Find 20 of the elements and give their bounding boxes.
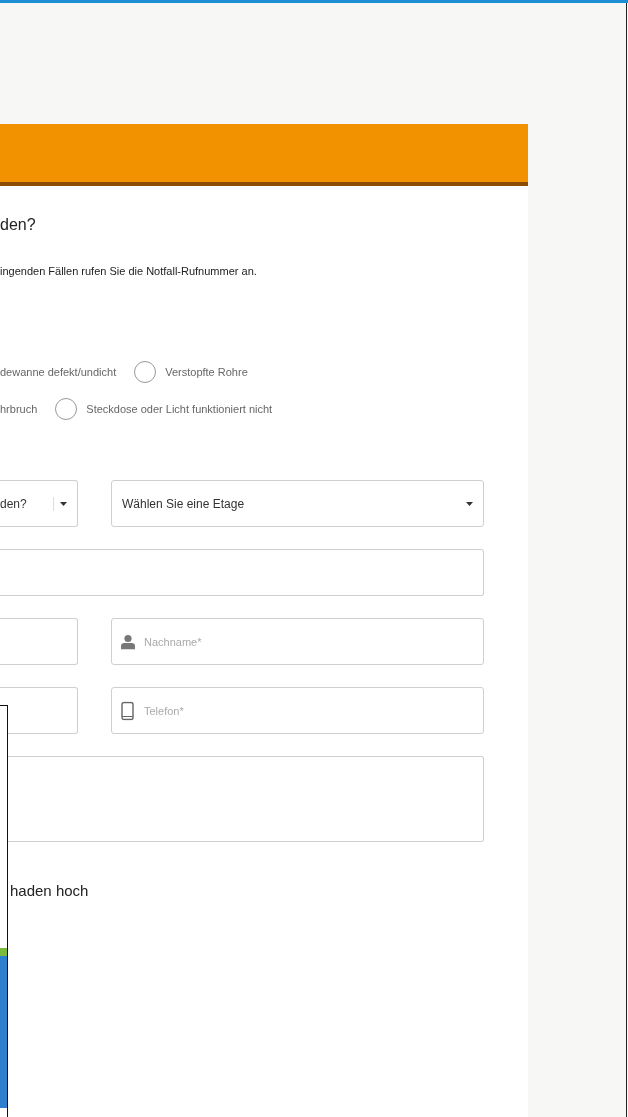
option-label[interactable]: dewanne defekt/undicht [0, 366, 117, 378]
option-label[interactable]: Verstopfte Rohre [165, 366, 248, 378]
input-field[interactable]: Telefon* [111, 687, 484, 734]
option-label[interactable]: hrbruch [0, 403, 38, 415]
notice-text: ingenden Fällen rufen Sie die Notfall-Rufnummer an. [0, 265, 258, 277]
caret-icon [60, 501, 67, 506]
caret-icon [466, 501, 473, 506]
person-icon [121, 634, 135, 649]
radio-button[interactable] [55, 398, 78, 420]
phone-icon [121, 701, 134, 720]
option-label[interactable]: Steckdose oder Licht funktioniert nicht [86, 403, 273, 415]
input-field[interactable]: Nachname* [111, 618, 484, 665]
input-field[interactable] [0, 549, 484, 596]
radio-button[interactable] [134, 361, 157, 383]
form-heading: den? [0, 215, 37, 235]
upload-heading: haden hoch [9, 882, 90, 899]
select-field[interactable]: den? [0, 480, 78, 527]
input-field[interactable] [0, 618, 78, 665]
select-field[interactable]: Wählen Sie eine Etage [111, 480, 484, 527]
input-field[interactable] [0, 687, 78, 734]
